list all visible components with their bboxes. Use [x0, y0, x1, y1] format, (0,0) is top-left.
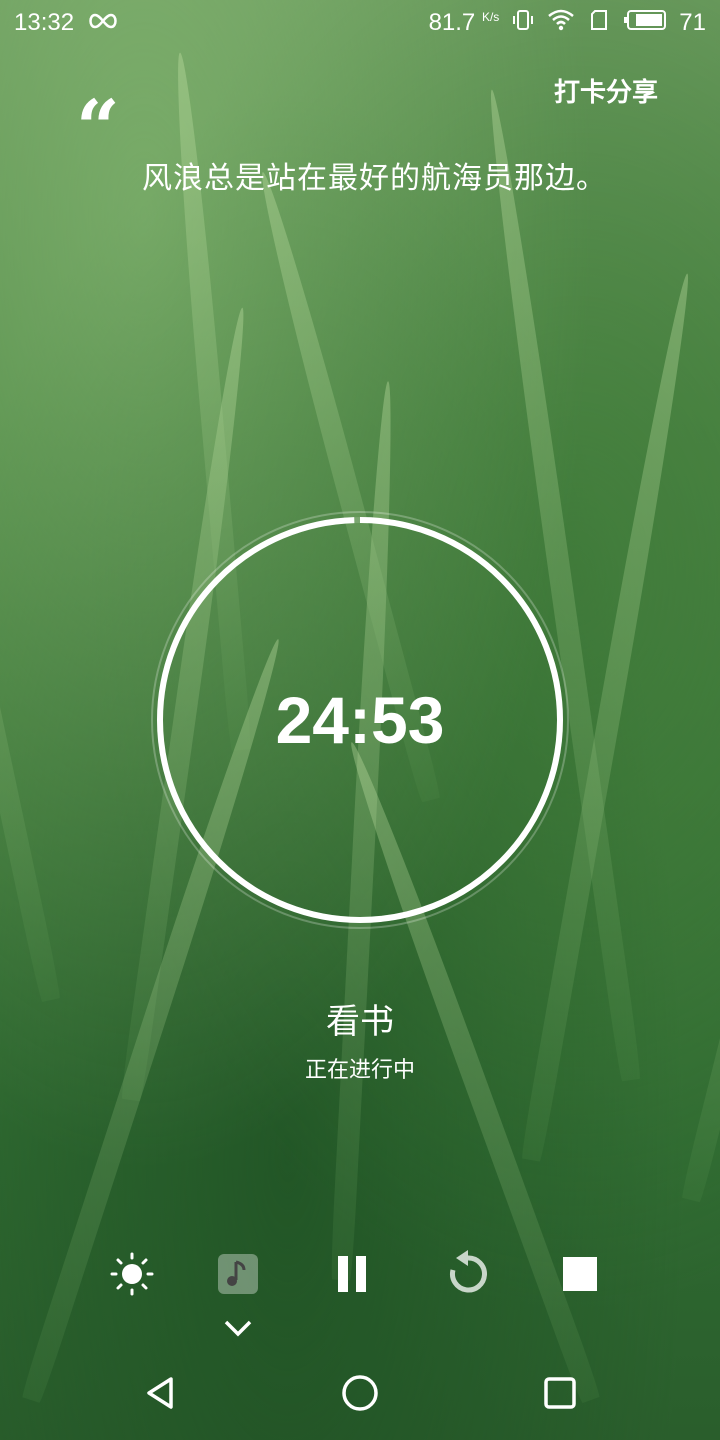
vibrate-icon [511, 8, 535, 39]
quote-text: 风浪总是站在最好的航海员那边。 [142, 161, 607, 196]
reset-icon [444, 1250, 492, 1302]
status-time: 13:32 [14, 9, 75, 36]
music-button[interactable] [210, 1248, 266, 1304]
infinity-icon [86, 9, 120, 37]
collapse-controls-button[interactable] [218, 1312, 258, 1344]
task-name: 看书 [326, 1002, 394, 1042]
control-bar [0, 1248, 720, 1304]
network-unit: K/s [481, 10, 500, 24]
sim-card-icon [587, 8, 611, 39]
pause-icon [330, 1252, 374, 1300]
system-nav-bar [0, 1370, 720, 1426]
home-button[interactable] [335, 1370, 385, 1420]
pause-button[interactable] [324, 1248, 380, 1304]
share-checkin-button[interactable]: 打卡分享 [554, 72, 658, 109]
recents-button[interactable] [535, 1370, 585, 1420]
brightness-button[interactable] [104, 1248, 160, 1304]
recents-square-icon [542, 1375, 578, 1415]
music-icon [216, 1252, 260, 1300]
timer-value: 24:53 [275, 683, 445, 757]
back-triangle-icon [143, 1375, 179, 1415]
brightness-icon [108, 1250, 156, 1302]
task-status: 正在进行中 [304, 1058, 415, 1083]
network-speed: 81.7 K/s [428, 9, 500, 36]
back-button[interactable] [136, 1370, 186, 1420]
chevron-down-icon [218, 1320, 258, 1348]
wifi-icon [547, 8, 575, 39]
home-circle-icon [340, 1373, 380, 1417]
stop-button[interactable] [552, 1248, 608, 1304]
reset-button[interactable] [440, 1248, 496, 1304]
status-bar: 13:32 81.7 K/s 71 [0, 0, 720, 46]
stop-icon [560, 1254, 600, 1298]
battery-level: 71 [679, 9, 706, 36]
quote-mark-icon: “ [76, 83, 120, 172]
battery-icon [623, 8, 667, 39]
